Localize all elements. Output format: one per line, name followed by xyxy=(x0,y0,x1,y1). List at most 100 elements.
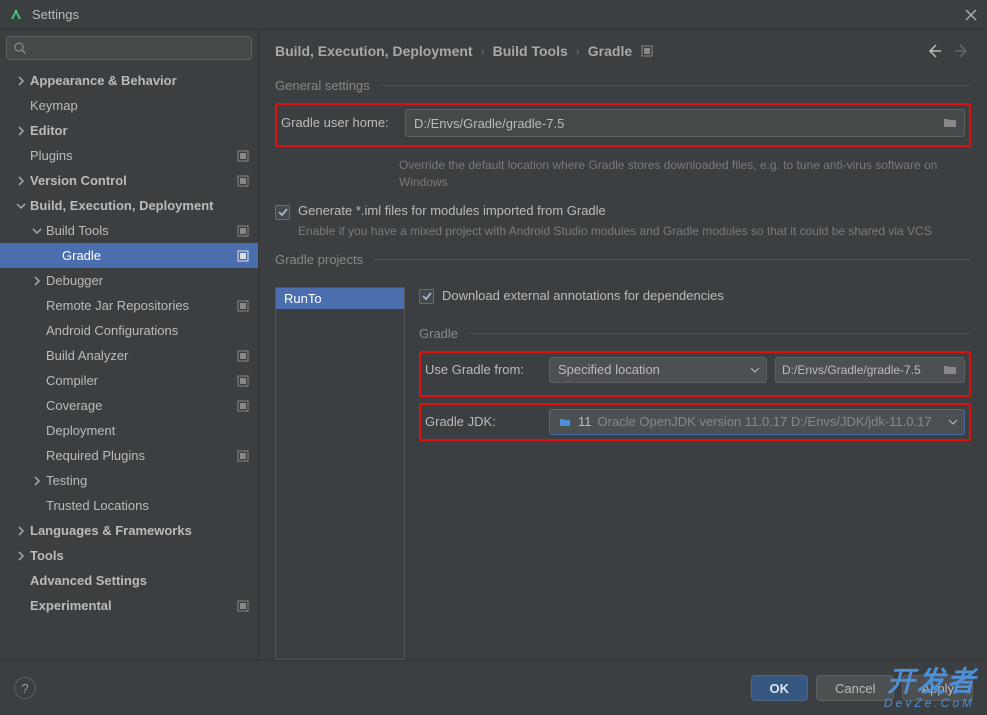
cancel-button[interactable]: Cancel xyxy=(816,675,894,701)
chevron-down-icon xyxy=(14,199,28,213)
tree-keymap[interactable]: Keymap xyxy=(0,93,258,118)
footer: ? OK Cancel Apply xyxy=(0,660,987,715)
chevron-down-icon xyxy=(948,419,958,425)
chevron-right-icon xyxy=(14,74,28,88)
iml-hint: Enable if you have a mixed project with … xyxy=(298,224,971,238)
jdk-detail: Oracle OpenJDK version 11.0.17 D:/Envs/J… xyxy=(598,414,932,429)
project-badge-icon xyxy=(640,44,654,58)
tree-coverage[interactable]: Coverage xyxy=(0,393,258,418)
user-home-field[interactable] xyxy=(414,116,936,131)
tree-advanced[interactable]: Advanced Settings xyxy=(0,568,258,593)
checkbox-icon[interactable] xyxy=(275,205,290,220)
user-home-hint: Override the default location where Grad… xyxy=(399,157,971,191)
breadcrumb-sep: › xyxy=(481,44,485,58)
dropdown-value: Specified location xyxy=(558,362,660,377)
project-badge-icon xyxy=(236,599,250,613)
chevron-right-icon xyxy=(14,524,28,538)
chevron-down-icon xyxy=(30,224,44,238)
project-badge-icon xyxy=(236,349,250,363)
ok-button[interactable]: OK xyxy=(751,675,809,701)
breadcrumb-item[interactable]: Build Tools xyxy=(493,43,568,59)
tree-trusted[interactable]: Trusted Locations xyxy=(0,493,258,518)
project-badge-icon xyxy=(236,224,250,238)
tree-required-plugins[interactable]: Required Plugins xyxy=(0,443,258,468)
chevron-right-icon xyxy=(14,124,28,138)
tree-build-tools[interactable]: Build Tools xyxy=(0,218,258,243)
gradle-location-input[interactable]: D:/Envs/Gradle/gradle-7.5 xyxy=(775,357,965,383)
tree-build-analyzer[interactable]: Build Analyzer xyxy=(0,343,258,368)
folder-icon[interactable] xyxy=(942,362,958,378)
use-gradle-from-label: Use Gradle from: xyxy=(425,362,541,377)
window-title: Settings xyxy=(32,7,963,22)
tree-languages[interactable]: Languages & Frameworks xyxy=(0,518,258,543)
breadcrumb-item[interactable]: Gradle xyxy=(588,43,632,59)
jdk-label: Gradle JDK: xyxy=(425,414,541,429)
project-badge-icon xyxy=(236,174,250,188)
section-general: General settings xyxy=(275,78,380,93)
highlight-box: Gradle user home: xyxy=(275,103,971,147)
chevron-right-icon xyxy=(14,174,28,188)
settings-tree: Appearance & Behavior Keymap Editor Plug… xyxy=(0,66,258,660)
section-gradle-inner: Gradle xyxy=(419,326,468,341)
tree-gradle[interactable]: Gradle xyxy=(0,243,258,268)
download-annotations-row[interactable]: Download external annotations for depend… xyxy=(419,287,971,304)
project-badge-icon xyxy=(236,374,250,388)
breadcrumb-sep: › xyxy=(576,44,580,58)
watermark: 开发者 xyxy=(887,660,977,700)
project-badge-icon xyxy=(236,299,250,313)
close-icon[interactable] xyxy=(963,7,979,23)
jdk-version: 11 xyxy=(578,414,592,429)
settings-content: Build, Execution, Deployment › Build Too… xyxy=(259,30,987,660)
iml-label: Generate *.iml files for modules importe… xyxy=(298,203,606,218)
highlight-box: Use Gradle from: Specified location D:/E… xyxy=(419,351,971,397)
search-box[interactable] xyxy=(6,36,252,60)
projects-list[interactable]: RunTo xyxy=(275,287,405,660)
android-studio-icon xyxy=(8,7,24,23)
iml-checkbox-row[interactable]: Generate *.iml files for modules importe… xyxy=(275,203,971,220)
titlebar: Settings xyxy=(0,0,987,30)
tree-android-config[interactable]: Android Configurations xyxy=(0,318,258,343)
tree-deployment[interactable]: Deployment xyxy=(0,418,258,443)
jdk-icon xyxy=(558,415,572,429)
tree-compiler[interactable]: Compiler xyxy=(0,368,258,393)
chevron-right-icon xyxy=(14,549,28,563)
tree-appearance[interactable]: Appearance & Behavior xyxy=(0,68,258,93)
project-badge-icon xyxy=(236,149,250,163)
user-home-input[interactable] xyxy=(405,109,965,137)
settings-sidebar: Appearance & Behavior Keymap Editor Plug… xyxy=(0,30,259,660)
download-annotations-label: Download external annotations for depend… xyxy=(442,288,724,303)
highlight-box: Gradle JDK: 11 Oracle OpenJDK version 11… xyxy=(419,403,971,441)
jdk-dropdown[interactable]: 11 Oracle OpenJDK version 11.0.17 D:/Env… xyxy=(549,409,965,435)
use-gradle-from-dropdown[interactable]: Specified location xyxy=(549,357,767,383)
folder-icon[interactable] xyxy=(942,115,958,131)
section-projects: Gradle projects xyxy=(275,252,373,267)
project-badge-icon xyxy=(236,399,250,413)
nav-back-icon[interactable] xyxy=(925,42,943,60)
tree-remote-jar[interactable]: Remote Jar Repositories xyxy=(0,293,258,318)
breadcrumb: Build, Execution, Deployment › Build Too… xyxy=(275,42,971,60)
project-item[interactable]: RunTo xyxy=(276,288,404,309)
tree-experimental[interactable]: Experimental xyxy=(0,593,258,618)
breadcrumb-item[interactable]: Build, Execution, Deployment xyxy=(275,43,473,59)
tree-testing[interactable]: Testing xyxy=(0,468,258,493)
checkbox-icon[interactable] xyxy=(419,289,434,304)
chevron-right-icon xyxy=(30,274,44,288)
tree-debugger[interactable]: Debugger xyxy=(0,268,258,293)
project-detail: Download external annotations for depend… xyxy=(419,287,971,660)
watermark-sub: DevZe.CoM xyxy=(884,696,975,710)
search-icon xyxy=(13,41,27,55)
tree-editor[interactable]: Editor xyxy=(0,118,258,143)
help-button[interactable]: ? xyxy=(14,677,36,699)
user-home-label: Gradle user home: xyxy=(281,109,405,130)
gradle-location-value: D:/Envs/Gradle/gradle-7.5 xyxy=(782,363,921,377)
chevron-right-icon xyxy=(30,474,44,488)
chevron-down-icon xyxy=(750,367,760,373)
tree-build-execution-deployment[interactable]: Build, Execution, Deployment xyxy=(0,193,258,218)
search-input[interactable] xyxy=(31,41,245,55)
tree-version-control[interactable]: Version Control xyxy=(0,168,258,193)
project-badge-icon xyxy=(236,449,250,463)
project-badge-icon xyxy=(236,249,250,263)
nav-forward-icon[interactable] xyxy=(953,42,971,60)
tree-plugins[interactable]: Plugins xyxy=(0,143,258,168)
tree-tools[interactable]: Tools xyxy=(0,543,258,568)
